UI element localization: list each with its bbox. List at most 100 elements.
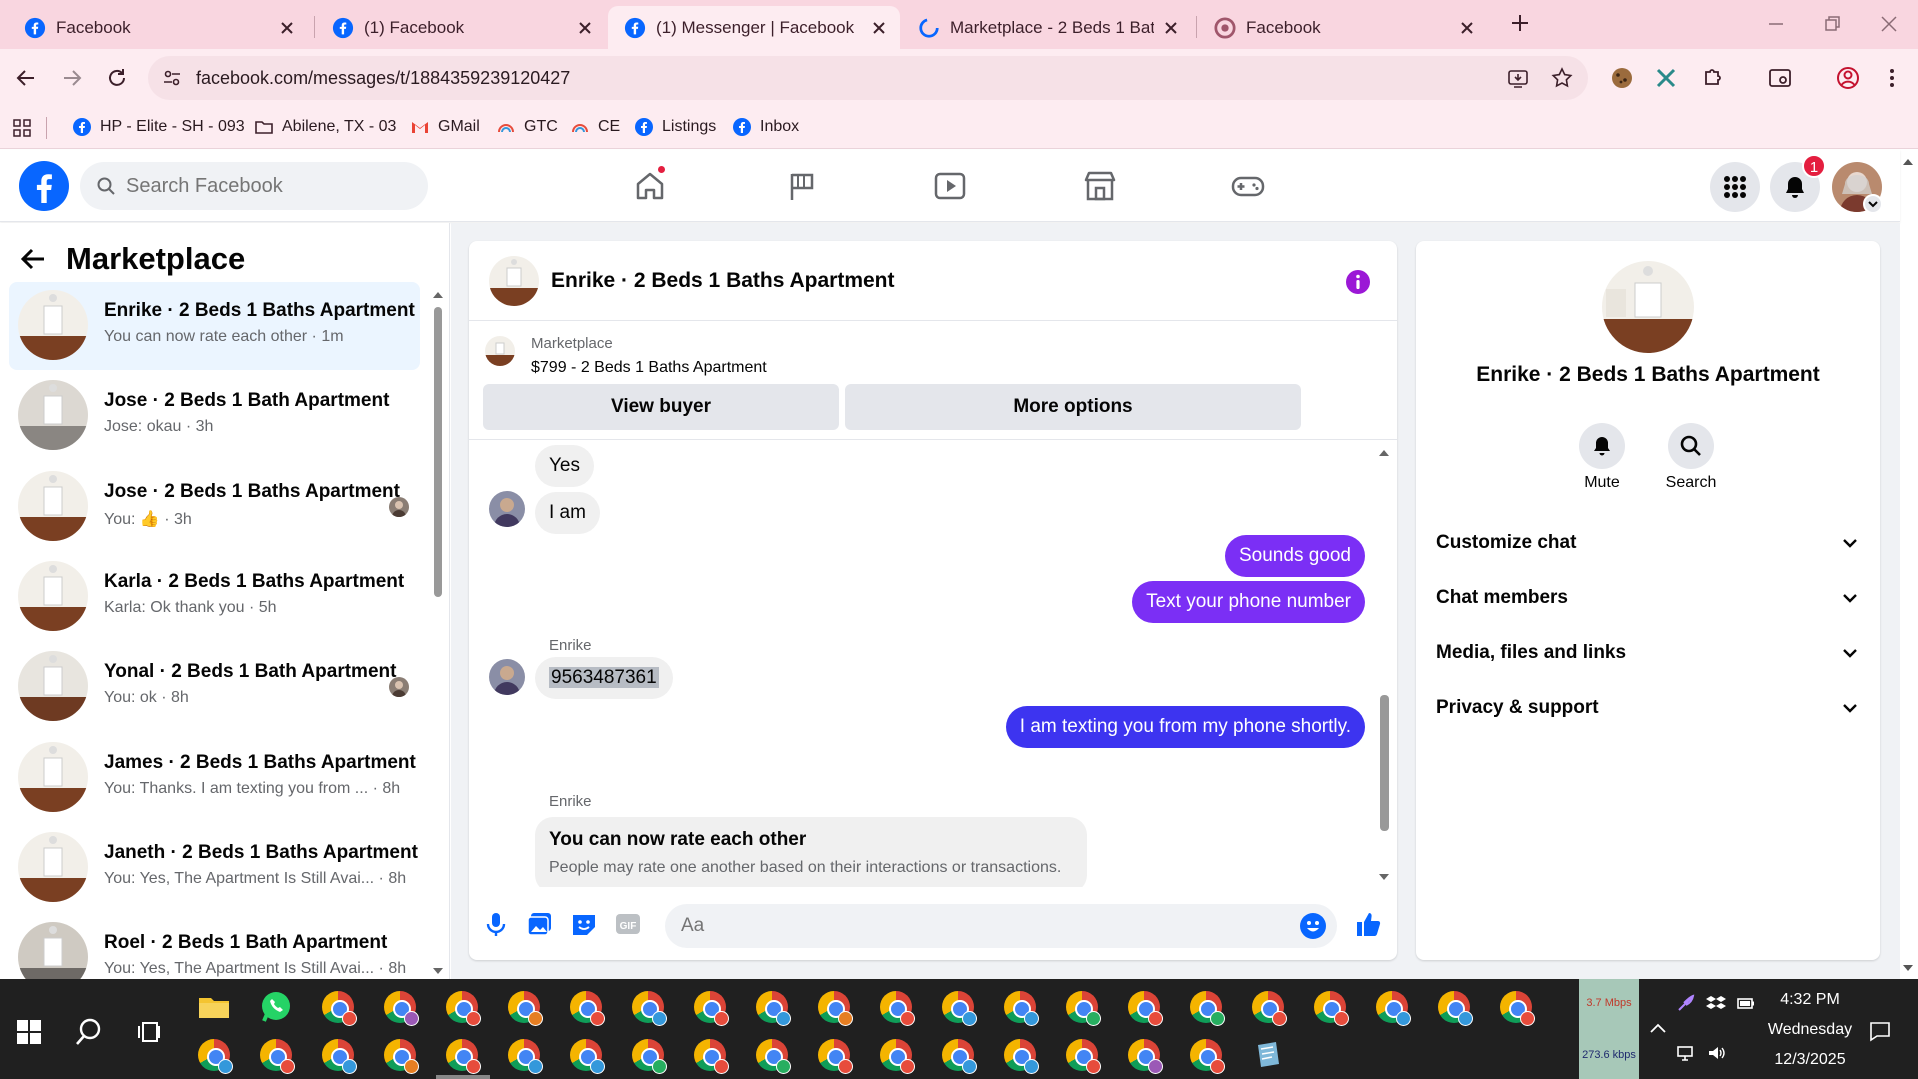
site-settings-icon[interactable] <box>162 68 182 88</box>
view-buyer-button[interactable]: View buyer <box>483 384 839 430</box>
chrome-profile-icon[interactable] <box>1250 989 1287 1026</box>
info-icon[interactable] <box>1345 269 1371 295</box>
chrome-profile-icon[interactable] <box>1188 989 1225 1026</box>
chrome-profile-icon[interactable] <box>444 989 481 1026</box>
page-scroll-down-icon[interactable] <box>1902 962 1914 974</box>
browser-tab[interactable]: Facebook <box>1198 6 1488 49</box>
bookmark-item[interactable]: HP - Elite - SH - 093 <box>72 117 245 137</box>
message-input[interactable] <box>681 904 1281 948</box>
chrome-profile-icon[interactable] <box>754 1037 791 1074</box>
close-icon[interactable] <box>576 19 594 37</box>
menu-grid-button[interactable] <box>1710 162 1760 212</box>
chrome-profile-icon[interactable] <box>1002 1037 1039 1074</box>
window-close-icon[interactable] <box>1877 12 1901 36</box>
whatsapp-icon[interactable] <box>258 989 294 1025</box>
chrome-profile-icon[interactable] <box>382 1037 419 1074</box>
menu-icon[interactable] <box>1878 64 1906 92</box>
chrome-profile-icon[interactable] <box>506 989 543 1026</box>
chrome-profile-icon[interactable] <box>1312 989 1349 1026</box>
gaming-icon[interactable] <box>1228 166 1268 206</box>
marketplace-icon[interactable] <box>1080 166 1120 206</box>
chrome-profile-icon[interactable] <box>692 989 729 1026</box>
extension-icon[interactable] <box>1652 64 1680 92</box>
file-explorer-icon[interactable] <box>196 989 232 1025</box>
outgoing-message[interactable]: Sounds good <box>1225 535 1365 577</box>
browser-tab[interactable]: Facebook <box>8 6 308 49</box>
chrome-profile-icon[interactable] <box>1188 1037 1225 1074</box>
customize-chat-section[interactable]: Customize chat <box>1436 523 1860 563</box>
photo-icon[interactable] <box>525 909 555 939</box>
dropbox-icon[interactable] <box>1706 993 1726 1013</box>
new-tab-icon[interactable] <box>1508 11 1532 35</box>
chrome-profile-icon[interactable] <box>1002 989 1039 1026</box>
details-avatar[interactable] <box>1602 261 1694 353</box>
notification-center-icon[interactable] <box>1868 1019 1892 1043</box>
chrome-profile-icon[interactable] <box>506 1037 543 1074</box>
video-icon[interactable] <box>930 166 970 206</box>
incoming-message[interactable]: I am <box>535 492 600 534</box>
browser-tab[interactable]: Marketplace - 2 Beds 1 Baths A <box>902 6 1192 49</box>
sender-avatar[interactable] <box>489 491 525 527</box>
conversation-item[interactable]: Roel · 2 Beds 1 Bath Apartment You: Yes, … <box>9 914 420 979</box>
chrome-profile-icon[interactable] <box>816 989 853 1026</box>
scrollbar-thumb[interactable] <box>434 307 442 597</box>
privacy-support-section[interactable]: Privacy & support <box>1436 688 1860 728</box>
emoji-icon[interactable] <box>1299 912 1327 940</box>
chat-title[interactable]: Enrike · 2 Beds 1 Baths Apartment <box>551 269 895 293</box>
volume-icon[interactable] <box>1706 1043 1726 1063</box>
chrome-profile-icon[interactable] <box>816 1037 853 1074</box>
back-icon[interactable] <box>12 64 40 92</box>
conversation-item[interactable]: James · 2 Beds 1 Baths Apartment You: Tha… <box>9 734 420 822</box>
message-input-box[interactable] <box>665 904 1337 948</box>
chat-avatar[interactable] <box>489 256 539 306</box>
scroll-up-icon[interactable] <box>1378 447 1390 459</box>
account-menu-button[interactable] <box>1863 194 1883 214</box>
chrome-profile-icon[interactable] <box>444 1037 481 1074</box>
conversation-item[interactable]: Jose · 2 Beds 1 Bath Apartment Jose: okau… <box>9 372 420 460</box>
chrome-profile-icon[interactable] <box>1064 1037 1101 1074</box>
close-icon[interactable] <box>870 19 888 37</box>
puzzle-icon[interactable] <box>1698 64 1726 92</box>
chrome-profile-icon[interactable] <box>630 1037 667 1074</box>
pages-flag-icon[interactable] <box>782 166 822 206</box>
chrome-profile-icon[interactable] <box>1498 989 1535 1026</box>
chrome-profile-icon[interactable] <box>196 1037 233 1074</box>
app-icon[interactable] <box>1250 1037 1286 1073</box>
minimize-icon[interactable] <box>1764 12 1788 36</box>
chrome-profile-icon[interactable] <box>568 1037 605 1074</box>
chrome-profile-icon[interactable] <box>692 1037 729 1074</box>
listing-price[interactable]: $799 - 2 Beds 1 Baths Apartment <box>531 359 767 377</box>
install-app-icon[interactable] <box>1506 66 1530 90</box>
clock-day[interactable]: Wednesday <box>1760 1021 1860 1039</box>
close-icon[interactable] <box>1162 19 1180 37</box>
tab-search-icon[interactable] <box>1766 64 1794 92</box>
listing-thumbnail[interactable] <box>485 336 515 366</box>
conversation-item[interactable]: Janeth · 2 Beds 1 Baths Apartment You: Ye… <box>9 824 420 912</box>
search-conversation-button[interactable] <box>1668 423 1714 469</box>
scroll-down-icon[interactable] <box>432 965 444 977</box>
scroll-up-icon[interactable] <box>432 289 444 301</box>
conversation-item[interactable]: Karla · 2 Beds 1 Baths Apartment Karla: O… <box>9 553 420 641</box>
chrome-profile-icon[interactable] <box>1126 1037 1163 1074</box>
chrome-profile-icon[interactable] <box>940 1037 977 1074</box>
outgoing-message[interactable]: Text your phone number <box>1132 581 1365 623</box>
thumbs-up-icon[interactable] <box>1353 909 1383 939</box>
browser-tab-active[interactable]: (1) Messenger | Facebook <box>608 6 900 49</box>
cookie-extension-icon[interactable] <box>1608 64 1636 92</box>
media-files-links-section[interactable]: Media, files and links <box>1436 633 1860 673</box>
address-bar[interactable]: facebook.com/messages/t/1884359239120427 <box>148 56 1588 100</box>
battery-icon[interactable] <box>1736 993 1756 1013</box>
outgoing-message[interactable]: I am texting you from my phone shortly. <box>1005 706 1365 748</box>
chrome-profile-icon[interactable] <box>1436 989 1473 1026</box>
bookmark-item[interactable]: GMail <box>410 117 480 137</box>
chrome-profile-icon[interactable] <box>382 989 419 1026</box>
scroll-down-icon[interactable] <box>1378 871 1390 883</box>
chrome-profile-icon[interactable] <box>940 989 977 1026</box>
facebook-search[interactable] <box>80 162 428 210</box>
microphone-icon[interactable] <box>481 909 511 939</box>
conversation-item[interactable]: Enrike · 2 Beds 1 Baths Apartment You can… <box>9 282 420 370</box>
reload-icon[interactable] <box>103 64 131 92</box>
feather-icon[interactable] <box>1676 993 1696 1013</box>
chrome-profile-icon[interactable] <box>630 989 667 1026</box>
conversation-item[interactable]: Yonal · 2 Beds 1 Bath Apartment You: ok ·… <box>9 643 420 731</box>
